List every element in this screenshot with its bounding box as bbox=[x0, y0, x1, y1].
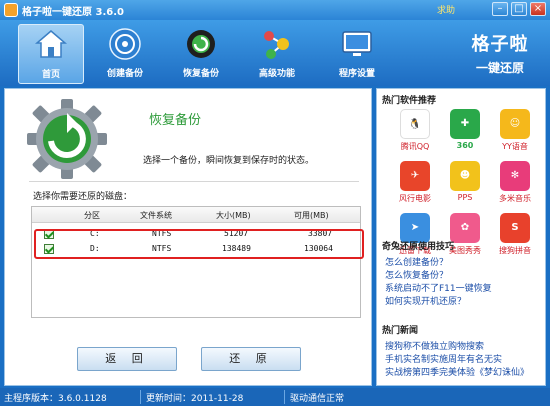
restore-panel: 恢复备份 选择一个备份，瞬间恢复到保存时的状态。 选择你需要还原的磁盘： 分区 … bbox=[4, 88, 372, 386]
tab-advanced-label: 高级功能 bbox=[258, 69, 295, 79]
tab-settings[interactable]: 程序设置 bbox=[324, 24, 390, 84]
tab-restore-backup-label: 恢复备份 bbox=[182, 69, 219, 79]
restore-gear-logo-icon bbox=[27, 99, 107, 179]
status-divider bbox=[284, 390, 285, 404]
app-name: YY语音 bbox=[502, 142, 528, 151]
tip-link[interactable]: 怎么恢复备份？ bbox=[385, 270, 492, 283]
column-header-free: 可用(MB) bbox=[294, 211, 329, 220]
page-title: 恢复备份 bbox=[149, 113, 202, 128]
divider bbox=[29, 181, 359, 182]
page-description: 选择一个备份，瞬间恢复到保存时的状态。 bbox=[143, 156, 315, 166]
back-button[interactable]: 返 回 bbox=[77, 347, 177, 371]
news-link[interactable]: 实战榜第四季完美体验《梦幻诛仙》 bbox=[385, 367, 529, 380]
highlight-box bbox=[34, 229, 364, 259]
tab-home-label: 首页 bbox=[41, 70, 60, 80]
restore-button[interactable]: 还 原 bbox=[201, 347, 301, 371]
tip-link[interactable]: 怎么创建备份？ bbox=[385, 257, 492, 270]
tab-home[interactable]: 首页 bbox=[18, 24, 84, 84]
app-item-funshion[interactable]: ✈ 风行电影 bbox=[395, 161, 435, 209]
brand-slogan: 一键还原 bbox=[475, 61, 524, 75]
meitu-icon: ✿ bbox=[450, 213, 480, 243]
restore-gear-icon bbox=[187, 30, 215, 58]
home-icon bbox=[34, 30, 68, 58]
sogou-pinyin-icon: S bbox=[500, 213, 530, 243]
news-link[interactable]: 搜狗称不做独立购物搜索 bbox=[385, 341, 529, 354]
tips-list: 怎么创建备份？ 怎么恢复备份？ 系统启动不了F11一键恢复 如何实现开机还原？ bbox=[385, 257, 492, 309]
help-link[interactable]: 求助 bbox=[437, 3, 455, 16]
tab-create-backup[interactable]: 创建备份 bbox=[92, 24, 158, 84]
disk-table: 分区 文件系统 大小(MB) 可用(MB) C: NTFS 51207 3380… bbox=[31, 206, 361, 318]
window-controls: 求助 – □ × bbox=[437, 2, 546, 16]
tab-restore-backup[interactable]: 恢复备份 bbox=[168, 24, 234, 84]
window-title: 格子啦一键还原 3.6.0 bbox=[22, 7, 124, 18]
qq-penguin-icon: 🐧 bbox=[400, 109, 430, 139]
tip-link[interactable]: 如何实现开机还原？ bbox=[385, 296, 492, 309]
app-item-yy[interactable]: ☺ YY语音 bbox=[495, 109, 535, 157]
brand-name: 格子啦 bbox=[471, 34, 529, 55]
version-text: 主程序版本：3.6.0.1128 bbox=[4, 394, 107, 404]
column-header-size: 大小(MB) bbox=[216, 211, 251, 220]
360-safe-icon: ✚ bbox=[450, 109, 480, 139]
tab-create-backup-label: 创建备份 bbox=[106, 69, 143, 79]
tips-title: 奇兔还原使用技巧 bbox=[382, 242, 455, 252]
advanced-molecule-icon bbox=[264, 31, 289, 59]
news-title: 热门新闻 bbox=[382, 326, 419, 336]
news-link[interactable]: 手机实名制实施周年有名无实 bbox=[385, 354, 529, 367]
settings-monitor-icon bbox=[342, 31, 372, 56]
app-logo-icon bbox=[4, 3, 18, 17]
app-item-pps[interactable]: ☻ PPS bbox=[445, 161, 485, 209]
tab-advanced[interactable]: 高级功能 bbox=[244, 24, 310, 84]
column-header-partition: 分区 bbox=[84, 211, 100, 220]
app-name: 风行电影 bbox=[399, 194, 431, 203]
app-name: 360 bbox=[456, 141, 474, 150]
status-divider bbox=[140, 390, 141, 404]
app-name: 多米音乐 bbox=[499, 194, 531, 203]
table-header: 分区 文件系统 大小(MB) 可用(MB) bbox=[32, 207, 360, 223]
update-time-text: 更新时间：2011-11-28 bbox=[146, 394, 244, 404]
driver-status-text: 驱动通信正常 bbox=[290, 394, 345, 404]
title-bar: 格子啦一键还原 3.6.0 求助 – □ × bbox=[0, 0, 550, 20]
funshion-icon: ✈ bbox=[400, 161, 430, 191]
duomi-music-icon: ✻ bbox=[500, 161, 530, 191]
app-item-qq[interactable]: 🐧 腾讯QQ bbox=[395, 109, 435, 157]
select-disk-label: 选择你需要还原的磁盘： bbox=[33, 192, 133, 202]
app-item-meitu[interactable]: ✿ 美图秀秀 bbox=[445, 213, 485, 261]
tip-link[interactable]: 系统启动不了F11一键恢复 bbox=[385, 283, 492, 296]
backup-disc-icon bbox=[109, 28, 141, 60]
hot-software-title: 热门软件推荐 bbox=[382, 96, 437, 106]
app-name: 搜狗拼音 bbox=[499, 246, 531, 255]
maximize-button[interactable]: □ bbox=[511, 2, 527, 16]
side-panel: 热门软件推荐 🐧 腾讯QQ ✚ 360 ☺ YY语音 ✈ 风行电影 ☻ PPS … bbox=[376, 88, 546, 386]
app-name: 腾讯QQ bbox=[400, 142, 430, 151]
minimize-button[interactable]: – bbox=[492, 2, 508, 16]
column-header-filesystem: 文件系统 bbox=[140, 211, 172, 220]
app-item-duomi[interactable]: ✻ 多米音乐 bbox=[495, 161, 535, 209]
close-button[interactable]: × bbox=[530, 2, 546, 16]
app-item-sogou[interactable]: S 搜狗拼音 bbox=[495, 213, 535, 261]
pps-icon: ☻ bbox=[450, 161, 480, 191]
app-name: PPS bbox=[457, 193, 473, 202]
app-item-360[interactable]: ✚ 360 bbox=[445, 109, 485, 157]
tab-settings-label: 程序设置 bbox=[338, 69, 375, 79]
app-item-xunlei[interactable]: ➤ 迅雷下载 bbox=[395, 213, 435, 261]
status-bar: 主程序版本：3.6.0.1128 更新时间：2011-11-28 驱动通信正常 bbox=[0, 388, 550, 406]
main-toolbar: 首页 创建备份 恢复备份 高级功能 程序设置 格子啦 一键还原 bbox=[0, 20, 550, 86]
news-list: 搜狗称不做独立购物搜索 手机实名制实施周年有名无实 实战榜第四季完美体验《梦幻诛… bbox=[385, 341, 529, 380]
brand-logo: 格子啦 一键还原 bbox=[458, 24, 542, 82]
yy-bear-icon: ☺ bbox=[500, 109, 530, 139]
